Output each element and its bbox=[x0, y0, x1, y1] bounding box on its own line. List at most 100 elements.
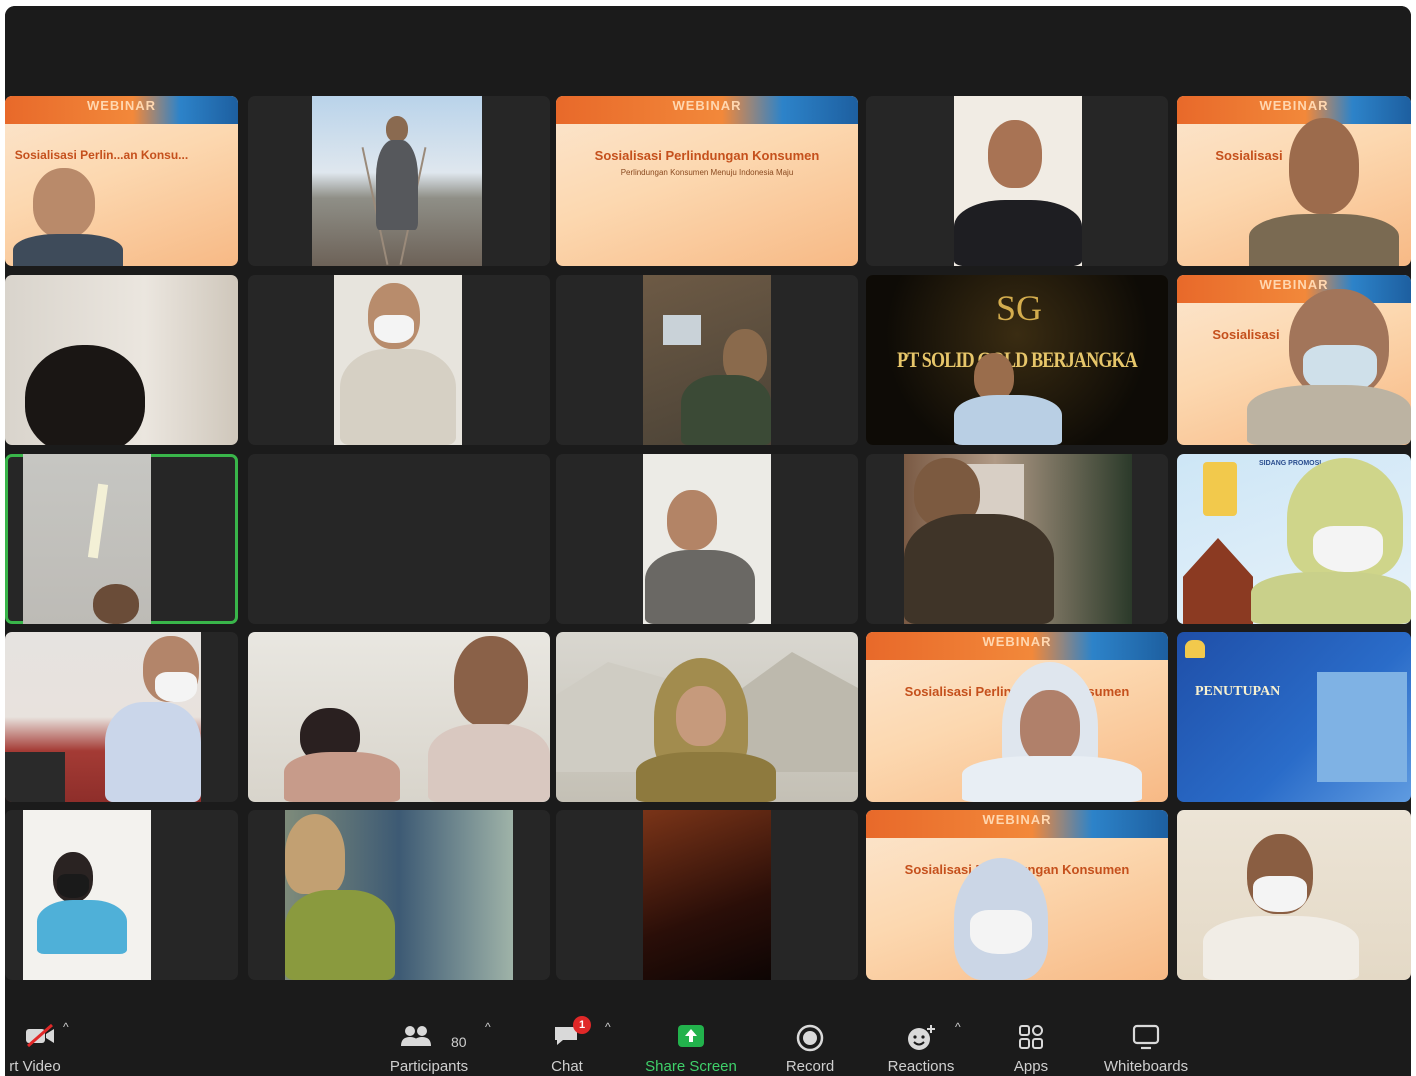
background-title: PT SOLID GOLD BERJANGKA bbox=[897, 347, 1138, 372]
reactions-button[interactable]: Reactions bbox=[881, 1016, 961, 1076]
participant-body bbox=[645, 550, 755, 624]
participant-face bbox=[1020, 690, 1080, 764]
participant-tile[interactable]: PENUTUPAN bbox=[1177, 632, 1411, 802]
participant-tile[interactable] bbox=[5, 810, 238, 980]
participants-icon bbox=[400, 1024, 434, 1053]
meeting-toolbar: rt Video ^ 80 Participants ^ 1 Chat ^ Sh… bbox=[5, 1006, 1411, 1076]
participant-body bbox=[681, 375, 771, 445]
apps-icon bbox=[1018, 1024, 1044, 1055]
webinar-slide: WEBINAR Sosialisasi Perlindungan Konsume… bbox=[556, 96, 858, 266]
building-photo bbox=[1317, 672, 1407, 782]
participant-tile[interactable] bbox=[248, 275, 550, 445]
share-screen-label: Share Screen bbox=[645, 1058, 737, 1075]
video-options-caret[interactable]: ^ bbox=[63, 1020, 69, 1034]
webinar-band-text: WEBINAR bbox=[1259, 277, 1329, 292]
face-mask bbox=[374, 315, 414, 343]
background-title: PENUTUPAN bbox=[1195, 684, 1281, 699]
participant-tile[interactable] bbox=[866, 96, 1168, 266]
participant-body bbox=[13, 234, 123, 266]
garuda-emblem bbox=[1185, 640, 1205, 658]
participant-tile[interactable] bbox=[556, 810, 858, 980]
participant-head bbox=[25, 345, 145, 445]
participant-body bbox=[284, 752, 400, 802]
participant-head bbox=[33, 168, 95, 238]
face-mask bbox=[155, 672, 197, 702]
chat-button[interactable]: 1 Chat bbox=[537, 1016, 597, 1076]
participant-tile[interactable] bbox=[248, 632, 550, 802]
participant-tile[interactable]: WEBINAR Sosialisasi Perlindungan Konsume… bbox=[866, 632, 1168, 802]
participant-tile[interactable] bbox=[866, 454, 1168, 624]
participant-count: 80 bbox=[451, 1034, 467, 1050]
record-icon bbox=[796, 1024, 824, 1057]
active-speaker-tile[interactable] bbox=[5, 454, 238, 624]
participant-tile[interactable]: WEBINAR Sosialisasi Perlindungan Konsume… bbox=[556, 96, 858, 266]
participant-tile[interactable] bbox=[1177, 810, 1411, 980]
participant-tile[interactable] bbox=[248, 96, 550, 266]
participant-body bbox=[954, 395, 1062, 445]
video-feed bbox=[23, 810, 151, 980]
video-feed bbox=[23, 454, 151, 624]
participant-head bbox=[974, 353, 1014, 401]
reactions-label: Reactions bbox=[887, 1058, 955, 1075]
hijab bbox=[285, 814, 345, 894]
participants-button[interactable]: 80 Participants bbox=[379, 1016, 479, 1076]
participant-body bbox=[636, 752, 776, 802]
participant-body bbox=[954, 200, 1082, 266]
chat-unread-badge: 1 bbox=[573, 1016, 591, 1034]
monitor bbox=[663, 315, 701, 345]
chair bbox=[5, 752, 65, 802]
participant-tile[interactable] bbox=[556, 632, 858, 802]
participant-tile[interactable]: WEBINAR Sosialisasi Perlindungan Konsume… bbox=[866, 810, 1168, 980]
video-feed bbox=[312, 96, 482, 266]
virtual-background: PENUTUPAN bbox=[1177, 632, 1411, 802]
participant-body bbox=[376, 140, 418, 230]
company-logo: SG bbox=[996, 288, 1043, 328]
record-label: Record bbox=[785, 1058, 835, 1075]
slide-title: Sosialisasi Perlindungan Konsumen bbox=[594, 148, 820, 163]
reactions-icon bbox=[906, 1024, 936, 1057]
participant-tile[interactable] bbox=[556, 454, 858, 624]
participant-body bbox=[1251, 572, 1411, 624]
video-feed bbox=[556, 632, 858, 802]
face-mask bbox=[57, 874, 89, 898]
participant-tile[interactable] bbox=[248, 810, 550, 980]
participant-tile[interactable] bbox=[5, 275, 238, 445]
participant-head bbox=[386, 116, 408, 142]
participants-options-caret[interactable]: ^ bbox=[485, 1020, 491, 1034]
participant-tile[interactable]: SIDANG PROMOSI bbox=[1177, 454, 1411, 624]
webinar-band-text: WEBINAR bbox=[1259, 98, 1329, 113]
video-feed bbox=[5, 632, 201, 802]
whiteboards-button[interactable]: Whiteboards bbox=[1101, 1016, 1191, 1076]
share-screen-button[interactable]: Share Screen bbox=[641, 1016, 741, 1076]
ceiling-light bbox=[87, 483, 109, 559]
participant-body bbox=[1247, 385, 1411, 445]
participant-body bbox=[1203, 916, 1359, 980]
participant-body bbox=[1249, 214, 1399, 266]
face-mask bbox=[1313, 526, 1383, 572]
video-feed bbox=[643, 275, 771, 445]
logo-emblem bbox=[1203, 462, 1237, 516]
start-video-label: rt Video bbox=[9, 1058, 61, 1075]
record-button[interactable]: Record bbox=[775, 1016, 845, 1076]
participant-face bbox=[676, 686, 726, 746]
participant-tile[interactable] bbox=[5, 632, 238, 802]
webinar-band-text: WEBINAR bbox=[982, 812, 1052, 827]
video-feed bbox=[643, 454, 771, 624]
participant-tile-video-off[interactable] bbox=[248, 454, 550, 624]
participant-tile[interactable]: WEBINAR Sosialisasi bbox=[1177, 96, 1411, 266]
participants-label: Participants bbox=[389, 1058, 469, 1075]
participant-tile[interactable] bbox=[556, 275, 858, 445]
participant-body bbox=[428, 724, 550, 802]
webinar-band-text: WEBINAR bbox=[86, 98, 157, 113]
participant-body bbox=[285, 890, 395, 980]
participant-head bbox=[988, 120, 1042, 188]
chat-label: Chat bbox=[551, 1058, 583, 1075]
reactions-options-caret[interactable]: ^ bbox=[955, 1020, 961, 1034]
background-title: SIDANG PROMOSI bbox=[1259, 460, 1322, 467]
participant-tile[interactable]: WEBINAR Sosialisasi Perlin...an Konsu... bbox=[5, 96, 238, 266]
participant-tile[interactable]: WEBINAR Sosialisasi bbox=[1177, 275, 1411, 445]
participant-body bbox=[904, 514, 1054, 624]
apps-button[interactable]: Apps bbox=[1001, 1016, 1061, 1076]
chat-options-caret[interactable]: ^ bbox=[605, 1020, 611, 1034]
participant-tile[interactable]: SG PT SOLID GOLD BERJANGKA bbox=[866, 275, 1168, 445]
